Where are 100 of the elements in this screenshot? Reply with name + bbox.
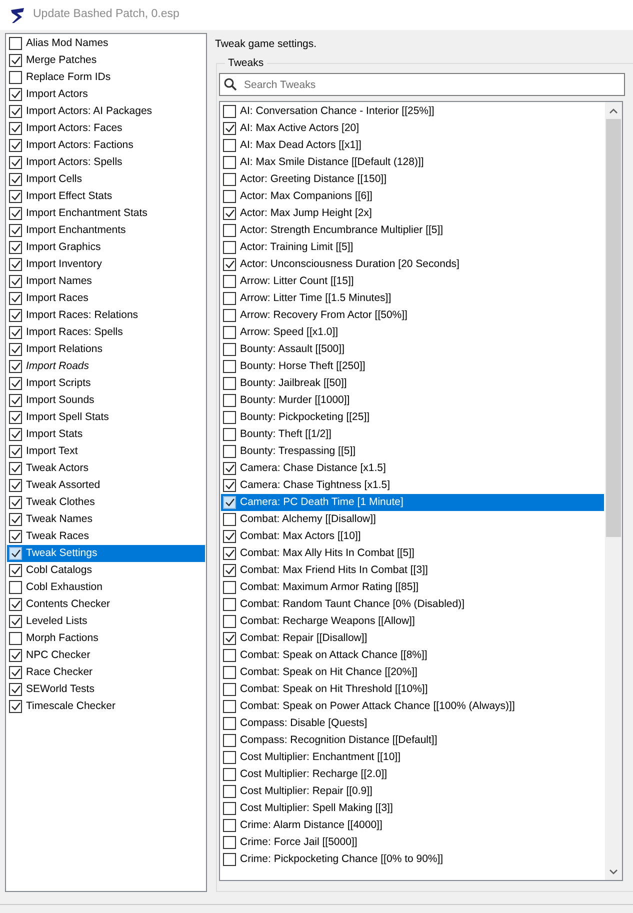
tweak-item[interactable]: Bounty: Trespassing [[5]]	[221, 443, 604, 460]
checkbox[interactable]	[9, 105, 22, 118]
checkbox[interactable]	[223, 649, 236, 662]
checkbox[interactable]	[223, 547, 236, 560]
patcher-item[interactable]: Import Sounds	[7, 392, 205, 409]
checkbox[interactable]	[223, 496, 236, 509]
tweak-item[interactable]: Cost Multiplier: Enchantment [[10]]	[221, 749, 604, 766]
checkbox[interactable]	[9, 224, 22, 237]
checkbox[interactable]	[9, 241, 22, 254]
checkbox[interactable]	[223, 564, 236, 577]
tweak-item[interactable]: Actor: Unconsciousness Duration [20 Seconds]	[221, 256, 604, 273]
checkbox[interactable]	[9, 394, 22, 407]
patcher-item[interactable]: Import Actors: Faces	[7, 120, 205, 137]
tweak-item[interactable]: Bounty: Theft [[1/2]]	[221, 426, 604, 443]
tweak-item[interactable]: AI: Max Smile Distance [[Default (128)]]	[221, 154, 604, 171]
checkbox[interactable]	[9, 309, 22, 322]
patcher-item[interactable]: Tweak Races	[7, 528, 205, 545]
tweak-item[interactable]: Combat: Recharge Weapons [[Allow]]	[221, 613, 604, 630]
patcher-item[interactable]: NPC Checker	[7, 647, 205, 664]
checkbox[interactable]	[9, 275, 22, 288]
checkbox[interactable]	[223, 105, 236, 118]
checkbox[interactable]	[223, 717, 236, 730]
checkbox[interactable]	[223, 411, 236, 424]
scroll-up-icon[interactable]	[609, 108, 618, 114]
patcher-item[interactable]: Import Relations	[7, 341, 205, 358]
checkbox[interactable]	[223, 275, 236, 288]
checkbox[interactable]	[223, 853, 236, 866]
checkbox[interactable]	[9, 462, 22, 475]
tweak-item[interactable]: Cost Multiplier: Recharge [[2.0]]	[221, 766, 604, 783]
checkbox[interactable]	[223, 632, 236, 645]
patcher-item[interactable]: Tweak Settings	[7, 545, 205, 562]
checkbox[interactable]	[9, 54, 22, 67]
checkbox[interactable]	[9, 122, 22, 135]
patcher-item[interactable]: Timescale Checker	[7, 698, 205, 715]
patcher-item[interactable]: Import Enchantments	[7, 222, 205, 239]
checkbox[interactable]	[9, 479, 22, 492]
tweak-item[interactable]: AI: Max Active Actors [20]	[221, 120, 604, 137]
tweak-item[interactable]: Combat: Alchemy [[Disallow]]	[221, 511, 604, 528]
checkbox[interactable]	[223, 768, 236, 781]
checkbox[interactable]	[9, 615, 22, 628]
checkbox[interactable]	[9, 156, 22, 169]
patcher-item[interactable]: Morph Factions	[7, 630, 205, 647]
checkbox[interactable]	[223, 309, 236, 322]
patcher-item[interactable]: Import Stats	[7, 426, 205, 443]
patcher-item[interactable]: Import Actors: Factions	[7, 137, 205, 154]
tweak-item[interactable]: Actor: Greeting Distance [[150]]	[221, 171, 604, 188]
checkbox[interactable]	[223, 156, 236, 169]
checkbox[interactable]	[223, 462, 236, 475]
checkbox[interactable]	[223, 377, 236, 390]
checkbox[interactable]	[223, 207, 236, 220]
scroll-thumb[interactable]	[606, 119, 621, 537]
checkbox[interactable]	[9, 360, 22, 373]
patcher-item[interactable]: Import Actors	[7, 86, 205, 103]
checkbox[interactable]	[223, 615, 236, 628]
checkbox[interactable]	[223, 819, 236, 832]
checkbox[interactable]	[9, 71, 22, 84]
tweak-item[interactable]: Combat: Maximum Armor Rating [[85]]	[221, 579, 604, 596]
tweak-item[interactable]: Bounty: Jailbreak [[50]]	[221, 375, 604, 392]
checkbox[interactable]	[9, 632, 22, 645]
patcher-item[interactable]: Import Actors: AI Packages	[7, 103, 205, 120]
tweak-item[interactable]: Bounty: Murder [[1000]]	[221, 392, 604, 409]
tweak-item[interactable]: Compass: Recognition Distance [[Default]]	[221, 732, 604, 749]
tweak-item[interactable]: Camera: PC Death Time [1 Minute]	[221, 494, 604, 511]
tweak-item[interactable]: Arrow: Litter Count [[15]]	[221, 273, 604, 290]
tweak-item[interactable]: Combat: Max Actors [[10]]	[221, 528, 604, 545]
tweak-item[interactable]: Camera: Chase Tightness [x1.5]	[221, 477, 604, 494]
patcher-item[interactable]: Import Scripts	[7, 375, 205, 392]
checkbox[interactable]	[223, 836, 236, 849]
checkbox[interactable]	[9, 564, 22, 577]
tweak-item[interactable]: AI: Conversation Chance - Interior [[25%]]	[221, 103, 604, 120]
checkbox[interactable]	[9, 292, 22, 305]
patcher-item[interactable]: Cobl Catalogs	[7, 562, 205, 579]
checkbox[interactable]	[223, 666, 236, 679]
tweak-item[interactable]: Actor: Max Jump Height [2x]	[221, 205, 604, 222]
patcher-item[interactable]: Tweak Actors	[7, 460, 205, 477]
patcher-item[interactable]: Alias Mod Names	[7, 35, 205, 52]
checkbox[interactable]	[223, 224, 236, 237]
patcher-item[interactable]: Import Text	[7, 443, 205, 460]
patcher-item[interactable]: Contents Checker	[7, 596, 205, 613]
checkbox[interactable]	[223, 292, 236, 305]
checkbox[interactable]	[223, 360, 236, 373]
tweak-item[interactable]: Combat: Speak on Hit Threshold [[10%]]	[221, 681, 604, 698]
checkbox[interactable]	[9, 649, 22, 662]
tweak-item[interactable]: Arrow: Recovery From Actor [[50%]]	[221, 307, 604, 324]
checkbox[interactable]	[223, 122, 236, 135]
tweak-item[interactable]: Combat: Random Taunt Chance [0% (Disabled)]	[221, 596, 604, 613]
tweak-item[interactable]: Arrow: Speed [[x1.0]]	[221, 324, 604, 341]
checkbox[interactable]	[9, 547, 22, 560]
patcher-item[interactable]: Import Effect Stats	[7, 188, 205, 205]
patcher-item[interactable]: Tweak Assorted	[7, 477, 205, 494]
checkbox[interactable]	[223, 326, 236, 339]
checkbox[interactable]	[9, 326, 22, 339]
patcher-item[interactable]: Import Names	[7, 273, 205, 290]
patcher-item[interactable]: Import Enchantment Stats	[7, 205, 205, 222]
checkbox[interactable]	[9, 666, 22, 679]
tweak-item[interactable]: Actor: Training Limit [[5]]	[221, 239, 604, 256]
patcher-item[interactable]: Race Checker	[7, 664, 205, 681]
tweak-item[interactable]: Cost Multiplier: Repair [[0.9]]	[221, 783, 604, 800]
patcher-item[interactable]: Import Races	[7, 290, 205, 307]
tweak-item[interactable]: Bounty: Horse Theft [[250]]	[221, 358, 604, 375]
